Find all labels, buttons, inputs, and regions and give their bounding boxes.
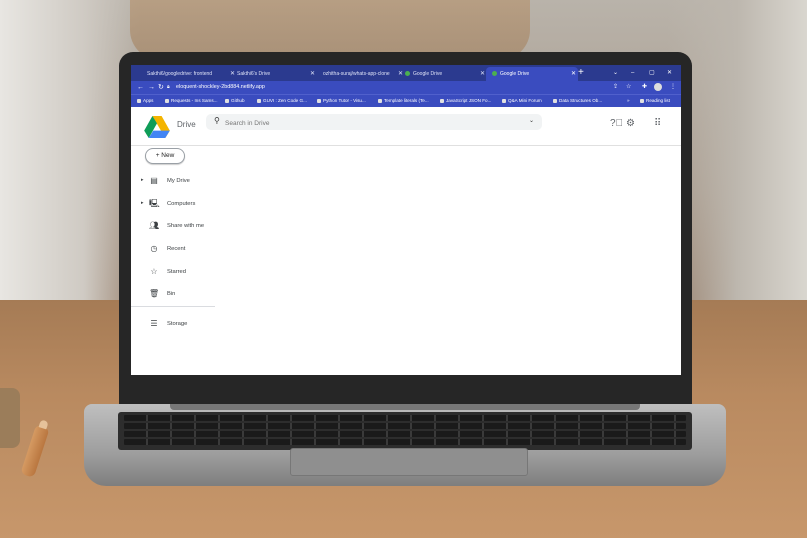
apps-grid-icon[interactable]: ⠿: [654, 118, 661, 129]
new-button[interactable]: + New: [145, 148, 185, 164]
nav-recent[interactable]: ◷ Recent: [131, 243, 211, 259]
close-window-icon[interactable]: ✕: [667, 66, 672, 80]
python-icon: [317, 98, 321, 103]
storage-icon: ☰: [150, 319, 158, 328]
address-bar: ← → ↻ 🔒︎ eloquent-shockley-2bd884.netlif…: [131, 81, 681, 94]
bookmark-icon: [165, 98, 169, 103]
maximize-icon[interactable]: ▢: [649, 66, 655, 80]
reading-list[interactable]: Reading list: [640, 95, 670, 107]
bookmark-python-tutor[interactable]: Python Tutor - Visu...: [317, 95, 366, 107]
drive-logo-icon[interactable]: [143, 116, 171, 143]
search-bar: ⚲ ⌄: [206, 114, 542, 130]
my-drive-icon: ▤: [150, 176, 158, 185]
nav-divider: [131, 306, 215, 307]
nav-my-drive[interactable]: ▸ ▤ My Drive: [131, 175, 211, 191]
tab-whats-app-clone[interactable]: ozhitha-suraj/whats-app-clone ✕: [317, 67, 405, 81]
tab-bar: Sakthi6/googledrive: frontend ✕ Sakthi6's…: [131, 65, 681, 81]
help-icon[interactable]: ?⃝: [610, 118, 623, 129]
nav-storage[interactable]: ☰ Storage: [131, 318, 211, 334]
laptop-hinge: [170, 404, 640, 410]
forward-icon[interactable]: →: [148, 81, 155, 94]
forum-icon: [502, 98, 506, 103]
laptop-screen: Sakthi6/googledrive: frontend ✕ Sakthi6's…: [131, 65, 681, 375]
nav-bin[interactable]: 🗑︎ Bin: [131, 288, 211, 304]
drive-page: Drive ⚲ ⌄ ?⃝ ⚙ ⠿ + New ▸ ▤ My Drive ▸ 🖳︎…: [131, 107, 681, 375]
minimize-icon[interactable]: –: [631, 66, 634, 80]
reading-list-icon: [640, 98, 644, 103]
new-tab-button[interactable]: +: [578, 66, 584, 80]
tab-google-drive[interactable]: Google Drive ✕: [399, 67, 487, 81]
extensions-icon[interactable]: ✚: [642, 81, 647, 94]
close-tab-icon[interactable]: ✕: [310, 67, 315, 81]
reload-icon[interactable]: ↻: [158, 81, 164, 94]
background-chair: [130, 0, 530, 60]
bookmark-template-literals[interactable]: Template literals (Te...: [378, 95, 429, 107]
bookmark-requests[interactable]: Requests - Ins Sams...: [165, 95, 217, 107]
back-icon[interactable]: ←: [137, 81, 144, 94]
gear-icon[interactable]: ⚙: [626, 118, 635, 129]
data-structures-icon: [553, 98, 557, 103]
laptop-keyboard: [118, 412, 692, 450]
mdn-icon: [378, 98, 382, 103]
bookmark-json-formatter[interactable]: JavaScript JSON Fo...: [440, 95, 491, 107]
bookmark-guvi[interactable]: GUVI : Zen Code G...: [257, 95, 307, 107]
bookmarks-bar: Apps Requests - Ins Sams... Github GUVI …: [131, 94, 681, 107]
computers-icon: 🖳︎: [149, 199, 160, 208]
close-tab-icon[interactable]: ✕: [480, 67, 485, 81]
shared-icon: 👥︎: [149, 221, 160, 230]
guvi-icon: [257, 98, 261, 103]
search-input[interactable]: [223, 117, 517, 129]
bookmark-data-structures[interactable]: Data Structures Ob...: [553, 95, 602, 107]
drive-brand: Drive: [177, 120, 196, 129]
tab-search-icon[interactable]: ⌄: [613, 66, 618, 80]
menu-icon[interactable]: ⋮: [670, 81, 676, 94]
tab-google-drive-active[interactable]: Google Drive ✕: [486, 67, 578, 81]
cup: [0, 388, 20, 448]
tab-sakthi-drive[interactable]: Sakthi6's Drive ✕: [231, 67, 317, 81]
search-icon[interactable]: ⚲: [214, 116, 220, 125]
lock-icon[interactable]: 🔒︎: [167, 81, 170, 94]
json-icon: [440, 98, 444, 103]
drive-header: Drive ⚲ ⌄ ?⃝ ⚙ ⠿: [131, 107, 681, 146]
star-icon: ☆: [150, 267, 158, 276]
url-field[interactable]: eloquent-shockley-2bd884.netlify.app: [176, 81, 265, 94]
drive-favicon-icon: [492, 71, 497, 77]
bin-icon: 🗑︎: [149, 289, 160, 298]
clock-icon: ◷: [150, 244, 158, 253]
search-options-chevron-icon[interactable]: ⌄: [529, 117, 534, 124]
bookmark-github[interactable]: Github: [225, 95, 245, 107]
bookmarks-more-icon[interactable]: »: [627, 95, 630, 107]
drive-favicon-icon: [405, 71, 410, 77]
github-icon: [225, 98, 229, 103]
expand-caret-icon[interactable]: ▸: [141, 200, 144, 206]
share-icon[interactable]: ⇪: [613, 81, 618, 94]
nav-shared-with-me[interactable]: 👥︎ Share with me: [131, 220, 211, 236]
touchpad: [290, 448, 528, 476]
bookmark-qa-forum[interactable]: Q&A Mini Forum: [502, 95, 542, 107]
expand-caret-icon[interactable]: ▸: [141, 177, 144, 183]
bookmark-apps[interactable]: Apps: [137, 95, 153, 107]
bookmark-star-icon[interactable]: ☆: [626, 81, 631, 94]
nav-computers[interactable]: ▸ 🖳︎ Computers: [131, 198, 211, 214]
close-tab-icon[interactable]: ✕: [571, 67, 576, 81]
apps-icon: [137, 98, 141, 103]
tab-github-googledrive[interactable]: Sakthi6/googledrive: frontend ✕: [141, 67, 237, 81]
profile-avatar[interactable]: [654, 83, 662, 91]
nav-starred[interactable]: ☆ Starred: [131, 266, 211, 282]
